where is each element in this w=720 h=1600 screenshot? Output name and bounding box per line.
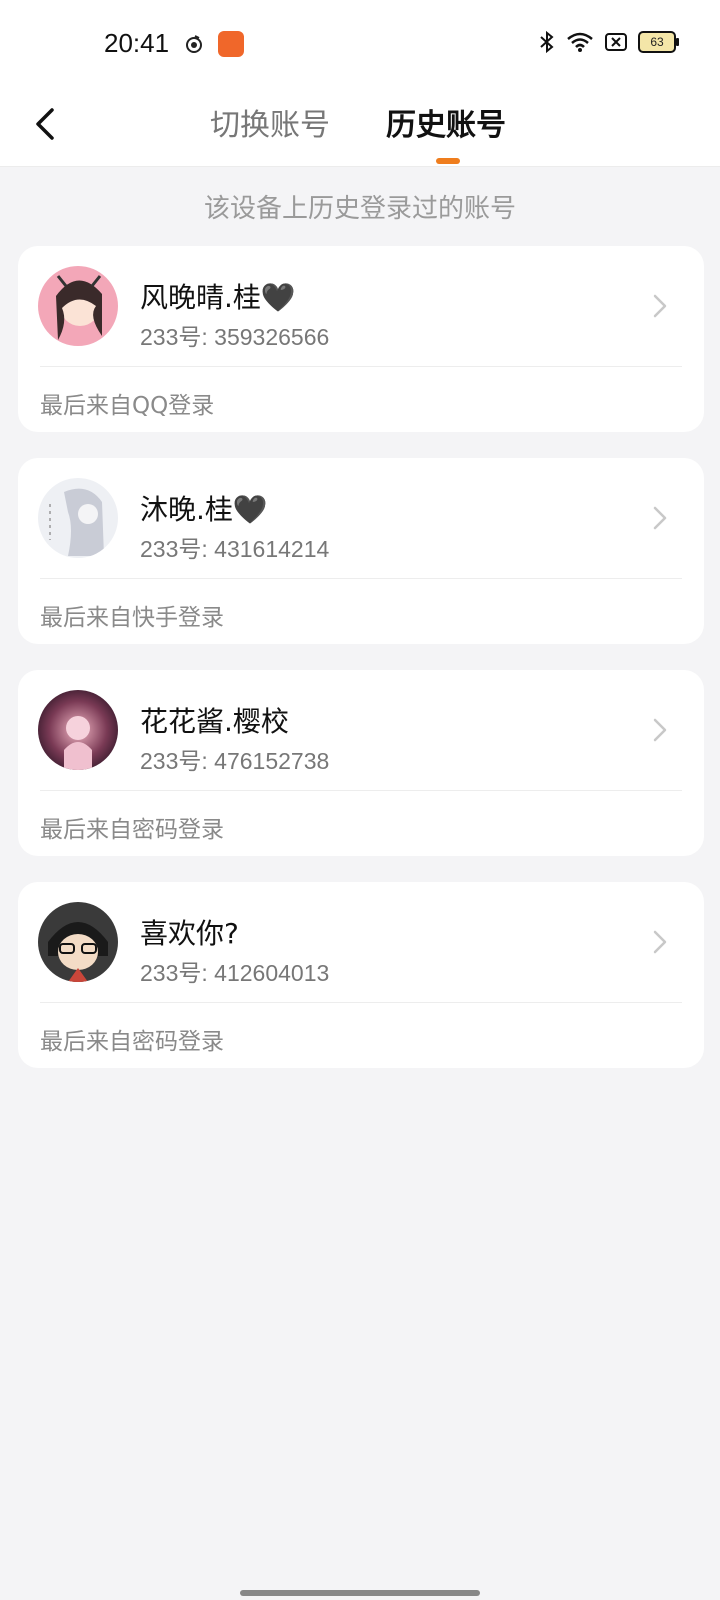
divider (40, 578, 682, 579)
account-id: 233号: 431614214 (140, 536, 330, 562)
account-name: 风晚晴.桂🖤 (140, 281, 296, 314)
account-card[interactable]: 沐晚.桂🖤 233号: 431614214 最后来自快手登录 (18, 458, 704, 644)
tab-history-account[interactable]: 历史账号 (386, 100, 506, 144)
bluetooth-icon (540, 30, 554, 54)
account-name: 花花酱.樱校 (140, 705, 289, 738)
sim-off-icon (605, 33, 627, 51)
chevron-right-icon (653, 506, 667, 530)
chevron-right-icon (653, 718, 667, 742)
account-card[interactable]: 花花酱.樱校 233号: 476152738 最后来自密码登录 (18, 670, 704, 856)
account-id: 233号: 359326566 (140, 324, 330, 350)
active-tab-indicator (436, 158, 460, 164)
app-notification-icon (186, 35, 202, 53)
avatar (38, 690, 118, 770)
avatar (38, 478, 118, 558)
chevron-right-icon (653, 930, 667, 954)
status-icons: 63 (538, 30, 679, 54)
account-name: 喜欢你? (140, 917, 239, 950)
tab-switch-account[interactable]: 切换账号 (210, 100, 330, 144)
home-indicator[interactable] (240, 1590, 480, 1596)
account-id: 233号: 412604013 (140, 960, 330, 986)
avatar (38, 266, 118, 346)
page-subtitle: 该设备上历史登录过的账号 (203, 194, 516, 224)
divider (40, 790, 682, 791)
wifi-icon (567, 32, 593, 52)
divider (40, 366, 682, 367)
account-list: 风晚晴.桂🖤 233号: 359326566 最后来自QQ登录 沐晚.桂🖤 23… (18, 246, 704, 1094)
divider (40, 1002, 682, 1003)
account-name: 沐晚.桂🖤 (140, 493, 268, 526)
chevron-right-icon (653, 294, 667, 318)
login-source: 最后来自密码登录 (40, 817, 224, 843)
account-card[interactable]: 喜欢你? 233号: 412604013 最后来自密码登录 (18, 882, 704, 1068)
login-source: 最后来自QQ登录 (40, 393, 215, 419)
status-time: 20:41 (104, 28, 170, 58)
login-source: 最后来自密码登录 (40, 1029, 224, 1055)
back-arrow-icon[interactable] (28, 98, 68, 148)
app-badge-icon (218, 31, 244, 57)
avatar (38, 902, 118, 982)
account-id: 233号: 476152738 (140, 748, 330, 774)
status-bar: 20:41 63 (0, 0, 720, 90)
account-card[interactable]: 风晚晴.桂🖤 233号: 359326566 最后来自QQ登录 (18, 246, 704, 432)
battery-icon: 63 (638, 31, 679, 53)
header: 切换账号 历史账号 (0, 90, 720, 167)
login-source: 最后来自快手登录 (40, 605, 224, 631)
